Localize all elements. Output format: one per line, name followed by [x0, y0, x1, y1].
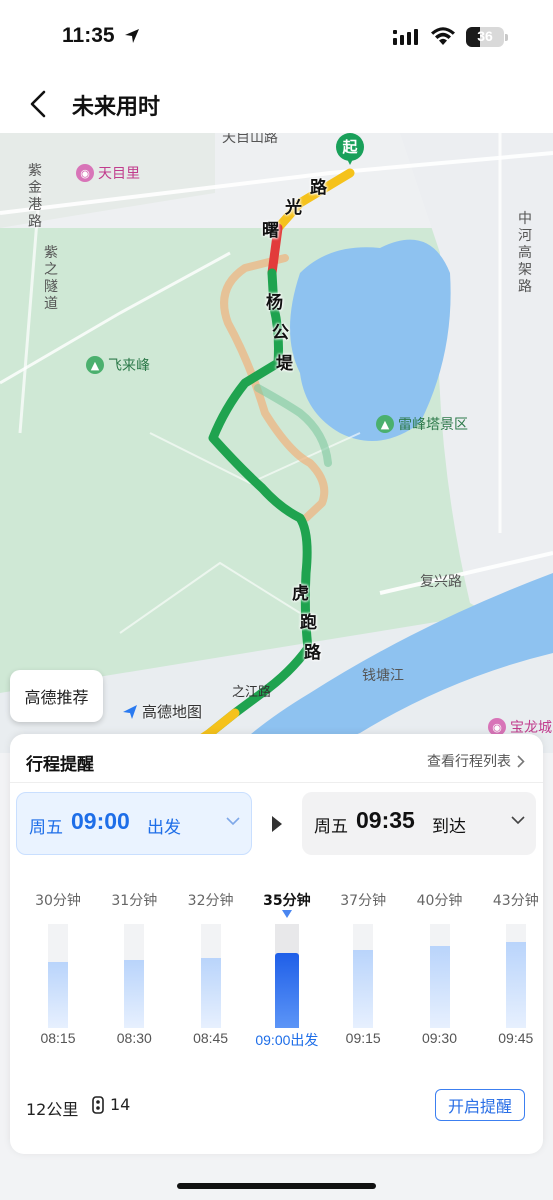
slot-bar [429, 946, 450, 1028]
battery-icon: 36 [466, 27, 504, 47]
amap-recommend-button[interactable]: 高德推荐 [10, 670, 103, 722]
chevron-down-icon [511, 816, 525, 825]
slot-duration: 31分钟 [111, 893, 158, 909]
location-arrow-icon [125, 29, 139, 43]
road-label-zhijiang: 之江路 [232, 685, 272, 700]
slot-bar [505, 942, 526, 1028]
scenic-spot-icon: ▲ [376, 415, 394, 433]
traffic-lights-count: 14 [90, 1095, 130, 1114]
page-title: 未来用时 [72, 95, 161, 120]
route-label: 曙 [262, 221, 279, 241]
wifi-icon [431, 27, 455, 45]
slot-time: 09:45 [498, 1030, 534, 1046]
slot-track [429, 924, 450, 1028]
route-label: 光 [285, 198, 302, 218]
route-label: 公 [272, 323, 289, 343]
selected-indicator-icon [281, 910, 292, 918]
trip-distance: 12公里 [26, 1100, 79, 1119]
departure-day: 周五 [29, 818, 63, 838]
poi-leifengta[interactable]: ▲ 雷峰塔景区 [376, 414, 468, 434]
shopping-icon: ◉ [76, 164, 94, 182]
slot-duration: 32分钟 [187, 893, 234, 909]
status-time: 11:35 [62, 24, 115, 47]
route-label: 路 [304, 643, 321, 663]
nav-bar: 未来用时 [0, 75, 553, 133]
slot-bar [48, 962, 68, 1028]
road-label-tianmushan: 天目山路 [222, 133, 278, 146]
back-icon[interactable] [24, 89, 54, 119]
arrival-time: 09:35 [356, 807, 415, 833]
departure-time: 09:00 [71, 808, 130, 834]
traffic-light-icon [92, 1095, 104, 1114]
slot-track [505, 924, 526, 1028]
road-label-qiantang-river: 钱塘江 [362, 668, 404, 684]
slot-track [200, 924, 221, 1028]
duration-slots: 30分钟 08:15 31分钟 08:30 32分钟 08:45 35分钟 09:00出发 37… [10, 884, 543, 1054]
scenic-spot-icon: ▲ [86, 356, 104, 374]
road-label-zhonghe: 中河高架路 [518, 211, 532, 295]
slot-duration: 30分钟 [35, 893, 81, 909]
trip-reminder-card: 行程提醒 查看行程列表 周五 09:00 出发 周五 09:35 到达 30分钟… [10, 734, 543, 1154]
home-indicator[interactable] [177, 1183, 376, 1189]
slot-track [48, 924, 68, 1028]
road-label-fuxing: 复兴路 [420, 574, 462, 590]
arrival-action: 到达 [432, 817, 466, 837]
duration-slot[interactable]: 35分钟 09:00出发 [249, 884, 325, 1054]
slot-bar [124, 960, 145, 1028]
poi-feilaifeng[interactable]: ▲ 飞来峰 [86, 355, 150, 375]
slot-track [124, 924, 145, 1028]
departure-action: 出发 [147, 818, 181, 838]
slot-duration: 35分钟 [263, 893, 311, 909]
slot-track [353, 924, 374, 1028]
duration-slot[interactable]: 40分钟 09:30 [402, 884, 478, 1054]
route-label: 杨 [266, 293, 283, 313]
chevron-down-icon [226, 817, 240, 826]
poi-tianmuli[interactable]: ◉ 天目里 [76, 163, 140, 183]
card-title: 行程提醒 [26, 755, 94, 775]
slot-bar [353, 950, 374, 1028]
duration-slot[interactable]: 32分钟 08:45 [173, 884, 249, 1054]
slot-duration: 37分钟 [340, 893, 387, 909]
road-label-zizhi-tunnel: 紫之隧道 [44, 245, 58, 312]
route-label: 虎 [292, 584, 309, 604]
departure-time-selector[interactable]: 周五 09:00 出发 [16, 792, 252, 855]
route-label: 堤 [276, 354, 293, 374]
duration-slot[interactable]: 30分钟 08:15 [20, 884, 96, 1054]
start-pin[interactable]: 起 [336, 133, 364, 169]
road-label-zijingang: 紫金港路 [28, 163, 42, 230]
route-label: 跑 [300, 613, 317, 633]
route-map[interactable]: 天目山路 紫金港路 紫之隧道 中河高架路 复兴路 钱塘江 曙 光 路 杨 公 堤… [0, 133, 553, 753]
slot-bar [274, 953, 299, 1028]
view-trip-list-link[interactable]: 查看行程列表 [427, 751, 525, 771]
slot-bar [200, 958, 221, 1028]
enable-reminder-button[interactable]: 开启提醒 [435, 1089, 525, 1121]
arrival-day: 周五 [314, 817, 348, 837]
cellular-signal-icon [393, 29, 418, 45]
duration-slot[interactable]: 37分钟 09:15 [325, 884, 401, 1054]
status-bar: 11:35 36 [0, 0, 553, 75]
slot-duration: 40分钟 [416, 893, 463, 909]
duration-slot[interactable]: 43分钟 09:45 [478, 884, 553, 1054]
duration-slot[interactable]: 31分钟 08:30 [96, 884, 172, 1054]
route-label: 路 [310, 178, 327, 198]
battery-level: 36 [477, 28, 493, 44]
amap-logo: 高德地图 [122, 701, 202, 722]
arrival-time-selector[interactable]: 周五 09:35 到达 [302, 792, 536, 855]
play-arrow-icon [272, 816, 282, 832]
slot-duration: 43分钟 [492, 893, 539, 909]
chevron-right-icon [517, 754, 525, 768]
amap-logo-icon [123, 704, 137, 719]
slot-track [274, 924, 299, 1028]
